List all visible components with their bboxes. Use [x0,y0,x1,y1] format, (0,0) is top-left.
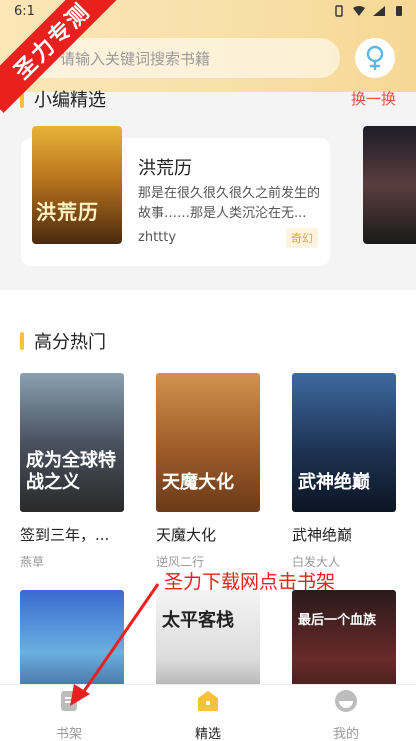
section-title: 高分热门 [34,332,106,353]
signal-icon [373,6,385,16]
book-cover: 武神绝巅 [292,373,396,512]
section-header: 小编精选 [20,86,106,112]
annotation-text: 圣力下载网点击书架 [164,571,336,593]
book-title: 签到三年，... [20,526,110,544]
cover-text: 最后一个血族 [298,613,377,628]
cover-text: 太平客栈 [162,610,234,631]
annotation-arrow-icon [70,583,160,706]
genre-badge: 奇幻 [286,228,318,248]
home-icon [198,691,218,711]
book-author: 燕草 [20,555,45,569]
tab-label: 精选 [194,727,221,741]
profile-icon [335,690,357,712]
wifi-icon [353,6,365,16]
book-title: 武神绝巅 [292,526,353,544]
book-author: zhttty [138,230,177,245]
search-placeholder: 请输入关键词搜索书籍 [60,49,211,68]
gender-toggle-button[interactable] [355,38,395,78]
battery-icon [396,6,402,16]
tab-label: 书架 [55,727,82,741]
book-description: 那是在很久很久很久之前发生的故事……那是人类沉沦在无... [138,186,321,221]
tab-label: 我的 [332,727,359,741]
book-item[interactable]: 武神绝巅 武神绝巅 白发大人 [292,373,397,570]
book-item[interactable]: 天魔大化 天魔大化 逆风二行 [156,373,261,570]
cover-text: 成为全球特战之义 [26,450,116,493]
book-cover: 成为全球特战之义 [20,373,124,512]
featured-book-card[interactable]: 洪荒历 洪荒历 那是在很久很久很久之前发生的故事……那是人类沉沦在无... zh… [21,126,330,266]
book-title: 洪荒历 [138,158,192,179]
female-icon [366,45,384,70]
section-header: 高分热门 [20,328,106,354]
book-cover-next[interactable] [363,126,416,244]
cover-text: 天魔大化 [162,472,234,493]
book-cover: 天魔大化 [156,373,260,512]
tab-featured[interactable]: 精选 [168,689,248,741]
tab-profile[interactable]: 我的 [306,689,386,741]
status-time: 6:1 [14,4,35,19]
cover-text: 武神绝巅 [298,472,370,493]
book-title: 天魔大化 [156,526,217,544]
editor-picks-section: 小编精选 换一换 洪荒历 洪荒历 那是在很久很久很久之前发生的故事……那是人类沉… [0,90,416,288]
cover-text: 洪荒历 [36,200,99,224]
section-title: 小编精选 [34,90,106,111]
book-cover: 洪荒历 [32,126,122,244]
vibrate-icon [335,5,343,17]
book-item[interactable]: 成为全球特战之义 签到三年，... 燕草 [20,373,125,570]
swap-button[interactable]: 换一换 [351,88,396,109]
